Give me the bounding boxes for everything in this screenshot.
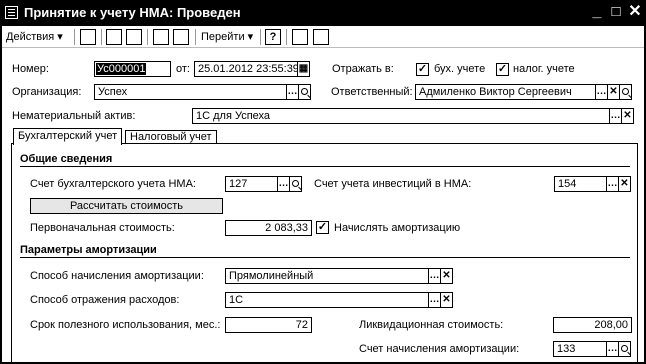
org-field[interactable]: Успех bbox=[94, 84, 287, 100]
window-title: Принятие к учету НМА: Проведен bbox=[24, 5, 241, 20]
method-field[interactable]: Прямолинейный bbox=[225, 268, 429, 284]
nma-field[interactable]: 1С для Успеха bbox=[192, 108, 610, 124]
section-divider bbox=[20, 257, 630, 258]
search-icon[interactable] bbox=[618, 341, 631, 357]
form-body: Действия ▾ Перейти ▾ ? Номер: Ус000001 о… bbox=[2, 26, 644, 363]
toolbar-separator bbox=[74, 29, 75, 45]
initial-cost-label: Первоначальная стоимость: bbox=[30, 222, 175, 234]
post-icon[interactable] bbox=[80, 29, 96, 45]
calc-cost-button[interactable]: Рассчитать стоимость bbox=[30, 198, 223, 214]
buh-label: бух. учете bbox=[434, 63, 486, 75]
amort-account-label: Счет начисления амортизации: bbox=[359, 343, 520, 355]
liquid-field[interactable]: 208,00 bbox=[553, 317, 632, 333]
nma-label: Нематериальный актив: bbox=[12, 110, 136, 122]
search-icon[interactable] bbox=[619, 84, 632, 100]
invest-label: Счет учета инвестиций в НМА: bbox=[314, 178, 472, 190]
method-label: Способ начисления амортизации: bbox=[30, 270, 204, 282]
tab-panel: Общие сведения Счет бухгалтерского учета… bbox=[11, 143, 638, 363]
close-button[interactable]: ✕ bbox=[626, 3, 644, 21]
minimize-button[interactable]: _ bbox=[588, 3, 606, 21]
clear-icon[interactable]: ✕ bbox=[440, 292, 453, 308]
help-button[interactable]: ? bbox=[265, 29, 281, 45]
account-label: Счет бухгалтерского учета НМА: bbox=[30, 178, 196, 190]
date-field[interactable]: 25.01.2012 23:55:39 bbox=[194, 61, 298, 77]
section-title: Параметры амортизации bbox=[20, 244, 157, 256]
resp-label: Ответственный: bbox=[331, 86, 413, 98]
buh-checkbox[interactable]: ✓ bbox=[416, 63, 429, 76]
liquid-label: Ликвидационная стоимость: bbox=[359, 319, 504, 331]
actions-menu[interactable]: Действия ▾ bbox=[6, 29, 63, 45]
org-label: Организация: bbox=[12, 86, 82, 98]
account-field[interactable]: 127 bbox=[225, 176, 278, 192]
nalog-label: налог. учете bbox=[513, 63, 575, 75]
section-title: Общие сведения bbox=[20, 153, 113, 165]
toolbar-separator bbox=[286, 29, 287, 45]
title-bar[interactable]: Принятие к учету НМА: Проведен _ □ ✕ bbox=[0, 0, 646, 26]
clear-icon[interactable]: ✕ bbox=[618, 176, 631, 192]
amort-label: Начислять амортизацию bbox=[334, 222, 461, 234]
tab-buh[interactable]: Бухгалтерский учет bbox=[13, 128, 123, 145]
initial-cost-field[interactable]: 2 083,33 bbox=[225, 220, 312, 236]
copy-icon[interactable] bbox=[126, 29, 142, 45]
edit-icon[interactable] bbox=[106, 29, 122, 45]
expense-field[interactable]: 1С bbox=[225, 292, 429, 308]
toolbar-separator bbox=[101, 29, 102, 45]
toolbar: Действия ▾ Перейти ▾ ? bbox=[2, 26, 644, 48]
clear-icon[interactable]: ✕ bbox=[440, 268, 453, 284]
expense-label: Способ отражения расходов: bbox=[30, 294, 180, 306]
report-icon[interactable] bbox=[173, 29, 189, 45]
date-label: от: bbox=[176, 63, 190, 75]
list-icon[interactable] bbox=[292, 29, 308, 45]
amort-account-field[interactable]: 133 bbox=[553, 341, 607, 357]
number-label: Номер: bbox=[12, 63, 49, 75]
resp-field[interactable]: Адмиленко Виктор Сергеевич bbox=[415, 84, 596, 100]
settings-icon[interactable] bbox=[313, 29, 329, 45]
clear-icon[interactable]: ✕ bbox=[621, 108, 634, 124]
number-field[interactable]: Ус000001 bbox=[94, 61, 171, 77]
nalog-checkbox[interactable]: ✓ bbox=[496, 63, 509, 76]
term-field[interactable]: 72 bbox=[225, 317, 312, 333]
search-icon[interactable] bbox=[298, 84, 311, 100]
term-label: Срок полезного использования, мес.: bbox=[30, 319, 221, 331]
invest-field[interactable]: 154 bbox=[554, 176, 607, 192]
reflect-label: Отражать в: bbox=[332, 63, 394, 75]
toolbar-separator bbox=[260, 29, 261, 45]
document-window: Принятие к учету НМА: Проведен _ □ ✕ Дей… bbox=[0, 0, 646, 364]
toolbar-separator bbox=[195, 29, 196, 45]
toolbar-separator bbox=[147, 29, 148, 45]
search-icon[interactable] bbox=[289, 176, 302, 192]
document-icon bbox=[5, 6, 18, 19]
calendar-icon[interactable]: ▦ bbox=[297, 61, 310, 77]
goto-menu[interactable]: Перейти ▾ bbox=[201, 29, 253, 45]
structure-icon[interactable] bbox=[153, 29, 169, 45]
section-divider bbox=[20, 166, 630, 167]
maximize-button[interactable]: □ bbox=[607, 3, 625, 21]
amort-checkbox[interactable]: ✓ bbox=[316, 221, 329, 234]
tab-nalog[interactable]: Налоговый учет bbox=[125, 130, 217, 144]
